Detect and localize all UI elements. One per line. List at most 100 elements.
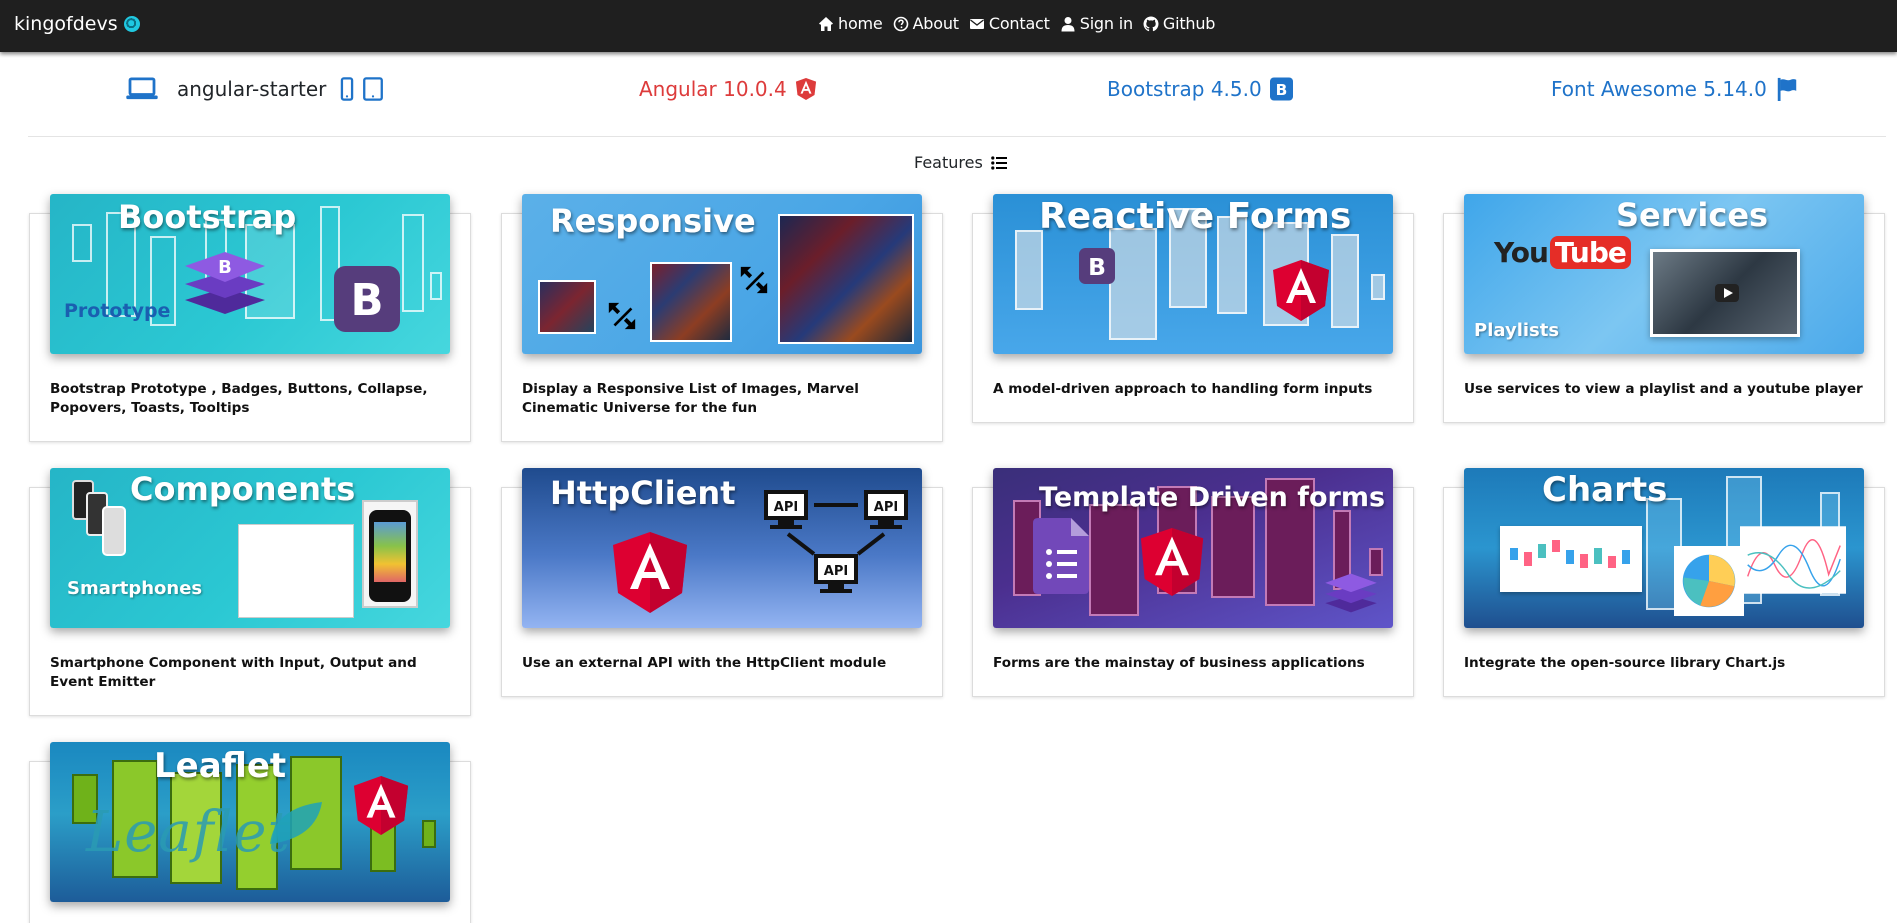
- brand-logo-icon: [123, 16, 140, 32]
- nav-link-label: Contact: [988, 14, 1050, 33]
- bootstrap-icon: B: [1269, 77, 1293, 101]
- features-label: Features: [914, 153, 983, 172]
- bootstrap-stack-icon: B: [185, 252, 265, 314]
- card-description: Smartphone Component with Input, Output …: [50, 655, 417, 690]
- bootstrap-version: Bootstrap 4.5.0 B: [1107, 77, 1293, 101]
- brand[interactable]: kingofdevs: [14, 13, 140, 35]
- pie-chart-preview: [1674, 546, 1744, 616]
- card-image-services[interactable]: Services You Tube Playlists: [1464, 194, 1864, 354]
- svg-text:API: API: [874, 500, 898, 515]
- nav-link-label: Github: [1162, 14, 1216, 33]
- card-image-title: Reactive Forms: [1039, 196, 1352, 237]
- angular-version-label: Angular 10.0.4: [639, 77, 787, 101]
- fontawesome-version: Font Awesome 5.14.0: [1551, 77, 1799, 101]
- list-icon: [990, 155, 1007, 170]
- feature-card-template-driven-forms[interactable]: Template Driven forms Forms are the main…: [972, 468, 1414, 697]
- top-navbar: kingofdevs home About Contact Sign in Gi…: [0, 0, 1897, 52]
- card-image-responsive[interactable]: Responsive: [522, 194, 922, 354]
- nav-link-contact[interactable]: Contact: [969, 14, 1050, 33]
- leaf-icon: [270, 802, 322, 844]
- card-image-leaflet[interactable]: Leaflet Leaflet: [50, 742, 450, 902]
- angular-icon: [795, 78, 816, 100]
- youtube-logo: You Tube: [1494, 236, 1631, 269]
- feature-card-charts[interactable]: Charts Integrate the open-source library…: [1443, 468, 1885, 697]
- feature-card-httpclient[interactable]: HttpClient API API API Use an external A…: [501, 468, 943, 697]
- expand-arrows-icon: [608, 302, 636, 330]
- fontawesome-version-label: Font Awesome 5.14.0: [1551, 77, 1767, 101]
- card-image-subtitle: Prototype: [64, 300, 171, 322]
- feature-card-reactive-forms[interactable]: Reactive Forms B A model-driven approach…: [972, 194, 1414, 423]
- laptop-icon: [126, 77, 158, 100]
- feature-card-bootstrap[interactable]: Bootstrap Prototype B B Bootstrap Protot…: [29, 194, 471, 442]
- starter-info: angular-starter: [125, 77, 384, 101]
- nav-link-signin[interactable]: Sign in: [1060, 14, 1133, 33]
- bootstrap-stack-icon: [1325, 573, 1377, 613]
- card-description: Display a Responsive List of Images, Mar…: [522, 381, 859, 416]
- card-image-title: Services: [1616, 196, 1769, 234]
- feature-card-components[interactable]: Components Smartphones Smartphone Compon…: [29, 468, 471, 716]
- feature-card-services[interactable]: Services You Tube Playlists Use services…: [1443, 194, 1885, 423]
- svg-text:B: B: [1088, 253, 1106, 281]
- card-image-title: Bootstrap: [118, 198, 297, 236]
- bootstrap-version-label: Bootstrap 4.5.0: [1107, 77, 1262, 101]
- svg-text:B: B: [350, 276, 383, 326]
- card-image-title: Template Driven forms: [1039, 482, 1386, 513]
- phones-group: [72, 480, 130, 570]
- envelope-icon: [969, 18, 984, 29]
- leaflet-logo: Leaflet: [86, 800, 291, 865]
- angular-logo-icon: [353, 776, 409, 835]
- google-forms-icon: [1033, 518, 1089, 594]
- features-heading: Features: [914, 153, 1007, 172]
- svg-text:B: B: [218, 257, 232, 278]
- component-grid: [238, 524, 354, 618]
- card-description: Bootstrap Prototype , Badges, Buttons, C…: [50, 381, 428, 416]
- svg-text:API: API: [774, 500, 798, 515]
- bootstrap-logo-icon: B: [1079, 248, 1115, 284]
- flag-icon: [1777, 77, 1797, 101]
- nav-link-label: Sign in: [1079, 14, 1133, 33]
- nav-links: home About Contact Sign in Github: [818, 14, 1215, 33]
- line-chart-preview: [1740, 526, 1846, 594]
- card-image-subtitle: Smartphones: [67, 578, 203, 599]
- tablet-icon: [363, 77, 384, 101]
- api-network-icon: API API API: [764, 490, 908, 593]
- github-icon: [1143, 16, 1159, 31]
- card-image-template-driven-forms[interactable]: Template Driven forms: [993, 468, 1393, 628]
- card-image-components[interactable]: Components Smartphones: [50, 468, 450, 628]
- card-image-bootstrap[interactable]: Bootstrap Prototype B B: [50, 194, 450, 354]
- expand-arrows-icon: [740, 266, 768, 294]
- angular-logo-icon: [1273, 260, 1329, 321]
- brand-label: kingofdevs: [14, 13, 118, 35]
- feature-card-leaflet[interactable]: Leaflet Leaflet: [29, 742, 471, 923]
- card-description: Integrate the open-source library Chart.…: [1464, 655, 1786, 671]
- card-image-reactive-forms[interactable]: Reactive Forms B: [993, 194, 1393, 354]
- bar-chart-preview: [1500, 526, 1642, 592]
- angular-version: Angular 10.0.4: [639, 77, 817, 101]
- angular-logo-icon: [613, 532, 687, 613]
- nav-link-github[interactable]: Github: [1143, 14, 1215, 33]
- nav-link-home[interactable]: home: [818, 14, 883, 33]
- card-image-charts[interactable]: Charts: [1464, 468, 1864, 628]
- feature-card-responsive[interactable]: Responsive Display a Responsive List of …: [501, 194, 943, 442]
- card-image-title: Responsive: [550, 202, 756, 240]
- card-description: A model-driven approach to handling form…: [993, 381, 1373, 397]
- question-circle-icon: [893, 16, 908, 31]
- card-image-title: Leaflet: [154, 746, 287, 786]
- tech-info-bar: angular-starter Angular 10.0.4 Bootstrap…: [28, 52, 1886, 137]
- home-icon: [819, 16, 833, 31]
- user-icon: [1061, 16, 1075, 31]
- card-image-title: HttpClient: [550, 474, 736, 512]
- svg-text:API: API: [824, 564, 848, 579]
- card-image-title: Components: [130, 470, 356, 508]
- card-image-title: Charts: [1542, 470, 1668, 510]
- nav-link-label: About: [912, 14, 960, 33]
- mobile-icon: [341, 77, 354, 101]
- nav-link-about[interactable]: About: [893, 14, 959, 33]
- bootstrap-logo-icon: B: [334, 266, 400, 332]
- starter-label: angular-starter: [177, 77, 327, 101]
- card-description: Forms are the mainstay of business appli…: [993, 655, 1365, 671]
- video-player-thumbnail: [1650, 249, 1800, 337]
- svg-text:B: B: [1275, 81, 1287, 99]
- card-image-httpclient[interactable]: HttpClient API API API: [522, 468, 922, 628]
- card-description: Use an external API with the HttpClient …: [522, 655, 887, 671]
